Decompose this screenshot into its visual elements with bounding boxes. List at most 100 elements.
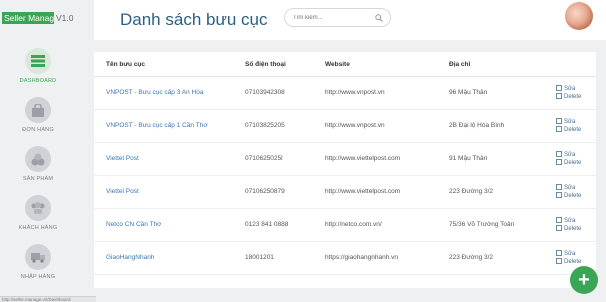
post-office-name-link[interactable]: Netco CN Cần Thơ <box>94 208 245 242</box>
edit-label: Sửa <box>564 217 576 224</box>
delete-button[interactable]: Delete <box>556 224 596 233</box>
sidebar: Seller Manage V1.0 DASHBOARD ĐƠN HÀNG SẢ… <box>0 0 76 302</box>
edit-button[interactable]: Sửa <box>556 117 596 126</box>
actions-cell: Sửa Delete <box>556 175 596 209</box>
truck-icon <box>25 244 51 270</box>
delete-label: Delete <box>564 258 582 265</box>
actions-cell: Sửa Delete <box>556 142 596 176</box>
delete-button[interactable]: Delete <box>556 191 596 200</box>
column-header-address: Địa chỉ <box>449 52 556 77</box>
edit-label: Sửa <box>564 250 576 257</box>
edit-button[interactable]: Sửa <box>556 249 596 258</box>
post-office-name-link[interactable]: Viettel Post <box>94 175 245 209</box>
phone-cell: 0710625025l <box>245 142 325 176</box>
table-row: Netco CN Cần Thơ 0123 841 0888 http://ne… <box>94 208 596 242</box>
phone-cell: 07106250879 <box>245 175 325 209</box>
edit-icon <box>556 84 562 91</box>
sidebar-item-products[interactable]: SẢN PHẨM <box>0 146 76 182</box>
table-row: Viettel Post 07106250879 http://www.viet… <box>94 175 596 209</box>
actions-cell: Sửa Delete <box>556 76 596 110</box>
edit-icon <box>556 216 562 223</box>
delete-button[interactable]: Delete <box>556 257 596 266</box>
website-cell: http://www.viettelpost.com <box>325 142 449 176</box>
sidebar-item-label: NHẬP HÀNG <box>20 274 56 280</box>
edit-label: Sửa <box>564 118 576 125</box>
edit-icon <box>556 249 562 256</box>
sidebar-item-label: DASHBOARD <box>19 78 57 84</box>
sidebar-item-dashboard[interactable]: DASHBOARD <box>0 48 76 84</box>
post-office-name-link[interactable]: Viettel Post <box>94 142 245 176</box>
edit-label: Sửa <box>564 85 576 92</box>
address-cell: 223 Đường 3/2 <box>449 175 556 209</box>
address-cell: 223 Đường 3/2 <box>449 241 556 275</box>
avatar[interactable] <box>565 2 593 30</box>
delete-label: Delete <box>564 225 582 232</box>
sidebar-item-customers[interactable]: KHÁCH HÀNG <box>0 195 76 231</box>
website-cell: http://www.vnpost.vn <box>325 76 449 110</box>
app-version: V1.0 <box>56 13 74 23</box>
table-row: VNPOST - Bưu cục cấp 3 An Hòa 0710394230… <box>94 76 596 110</box>
phone-cell: 07103942308 <box>245 76 325 110</box>
edit-button[interactable]: Sửa <box>556 150 596 159</box>
sidebar-item-label: ĐƠN HÀNG <box>22 127 54 133</box>
column-header-name: Tên bưu cục <box>94 52 245 77</box>
trash-icon <box>556 191 562 198</box>
dashboard-icon <box>25 48 51 74</box>
delete-button[interactable]: Delete <box>556 92 596 101</box>
trash-icon <box>556 125 562 132</box>
trash-icon <box>556 158 562 165</box>
website-cell: http://www.vnpost.vn <box>325 109 449 143</box>
edit-button[interactable]: Sửa <box>556 84 596 93</box>
column-header-website: Website <box>325 52 449 77</box>
post-office-name-link[interactable]: GiaoHangNhanh <box>94 241 245 275</box>
edit-label: Sửa <box>564 184 576 191</box>
delete-label: Delete <box>564 159 582 166</box>
top-header: Danh sách bưu cục <box>94 0 606 40</box>
post-office-name-link[interactable]: VNPOST - Bưu cục cấp 3 An Hòa <box>94 76 245 110</box>
column-header-phone: Số điện thoại <box>245 52 325 77</box>
page-title: Danh sách bưu cục <box>120 10 268 29</box>
brand-logo[interactable]: Seller Manage <box>2 12 54 24</box>
sidebar-item-label: KHÁCH HÀNG <box>18 225 58 231</box>
website-cell: http://netco.com.vn/ <box>325 208 449 242</box>
search-icon[interactable] <box>375 14 383 22</box>
address-cell: 96 Mậu Thân <box>449 76 556 110</box>
bag-icon <box>25 97 51 123</box>
edit-icon <box>556 117 562 124</box>
edit-label: Sửa <box>564 151 576 158</box>
add-post-office-button[interactable]: + <box>570 266 598 294</box>
trash-icon <box>556 92 562 99</box>
delete-button[interactable]: Delete <box>556 158 596 167</box>
actions-cell: Sửa Delete <box>556 109 596 143</box>
edit-button[interactable]: Sửa <box>556 216 596 225</box>
website-cell: https://giaohangnhanh.vn <box>325 241 449 275</box>
delete-button[interactable]: Delete <box>556 125 596 134</box>
website-cell: http://www.viettelpost.com <box>325 175 449 209</box>
sidebar-item-label: SẢN PHẨM <box>22 176 54 182</box>
edit-button[interactable]: Sửa <box>556 183 596 192</box>
actions-cell: Sửa Delete <box>556 208 596 242</box>
delete-label: Delete <box>564 126 582 133</box>
sidebar-item-import[interactable]: NHẬP HÀNG <box>0 244 76 280</box>
post-office-table: Tên bưu cục Số điện thoại Website Địa ch… <box>94 52 596 275</box>
products-icon <box>25 146 51 172</box>
table-row: GiaoHangNhanh 18001201 https://giaohangn… <box>94 241 596 275</box>
trash-icon <box>556 224 562 231</box>
post-office-table-card: Tên bưu cục Số điện thoại Website Địa ch… <box>94 52 596 288</box>
address-cell: 91 Mậu Thân <box>449 142 556 176</box>
edit-icon <box>556 183 562 190</box>
table-row: VNPOST - Bưu cục cấp 1 Cần Thơ 071038252… <box>94 109 596 143</box>
table-header-row: Tên bưu cục Số điện thoại Website Địa ch… <box>94 52 596 77</box>
delete-label: Delete <box>564 93 582 100</box>
table-row: Viettel Post 0710625025l http://www.viet… <box>94 142 596 176</box>
address-cell: 75/36 Võ Trường Toản <box>449 208 556 242</box>
column-header-actions <box>556 52 596 77</box>
sidebar-item-orders[interactable]: ĐƠN HÀNG <box>0 97 76 133</box>
search-box[interactable] <box>284 8 391 27</box>
trash-icon <box>556 257 562 264</box>
phone-cell: 07103825205 <box>245 109 325 143</box>
status-url: http://seller.manage.vn/Dashboard <box>0 296 96 302</box>
phone-cell: 0123 841 0888 <box>245 208 325 242</box>
search-input[interactable] <box>293 13 373 23</box>
post-office-name-link[interactable]: VNPOST - Bưu cục cấp 1 Cần Thơ <box>94 109 245 143</box>
